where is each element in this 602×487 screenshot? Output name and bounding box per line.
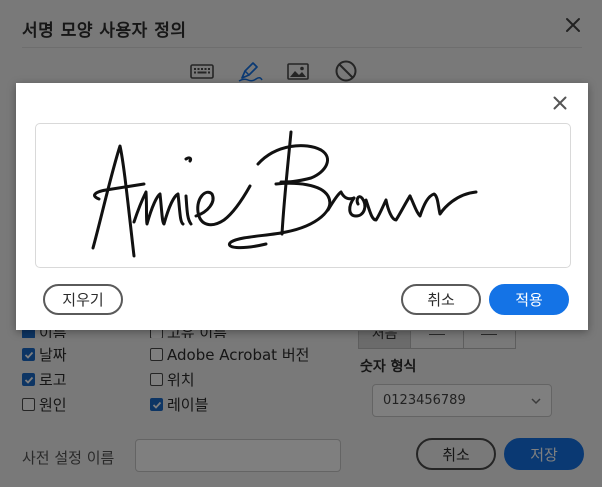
draw-signature-modal: 지우기 취소 적용 xyxy=(16,83,588,330)
handwritten-signature xyxy=(91,130,478,258)
close-icon[interactable] xyxy=(550,93,570,113)
cancel-button[interactable]: 취소 xyxy=(401,284,481,315)
clear-button[interactable]: 지우기 xyxy=(43,284,123,315)
apply-button[interactable]: 적용 xyxy=(489,284,569,315)
signature-canvas[interactable] xyxy=(35,123,571,268)
